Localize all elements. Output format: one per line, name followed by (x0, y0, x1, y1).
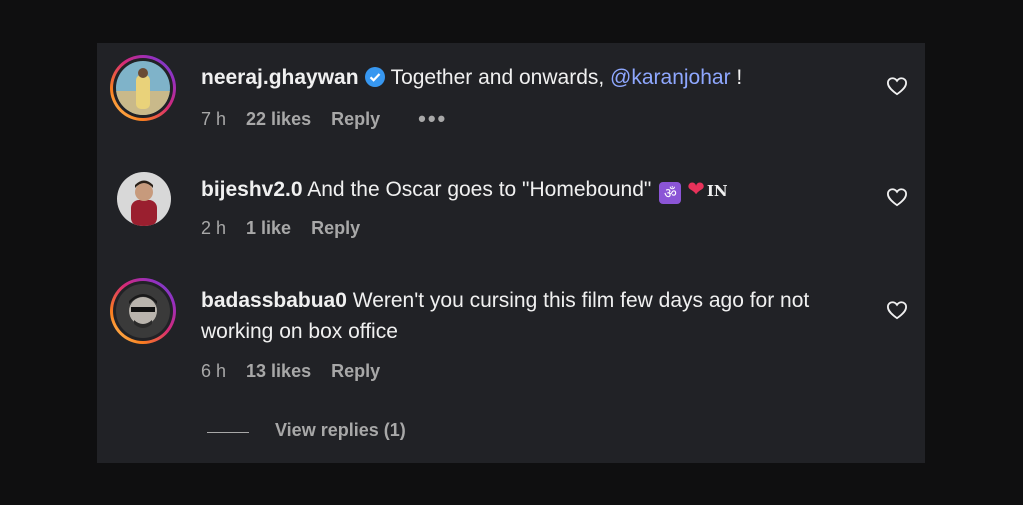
likes-count[interactable]: 22 likes (246, 109, 311, 130)
replies-divider-line (207, 432, 249, 433)
comment-meta: 6 h 13 likes Reply (201, 361, 400, 382)
avatar-story-ring[interactable] (110, 278, 176, 344)
mention-link[interactable]: @karanjohar (610, 66, 731, 89)
reply-button[interactable]: Reply (311, 218, 360, 239)
like-heart-icon[interactable] (886, 187, 908, 207)
flag-in-emoji: IN (706, 182, 728, 200)
om-emoji: ॐ (659, 182, 682, 204)
comments-panel: neeraj.ghaywan Together and onwards, @kar… (97, 43, 925, 463)
username[interactable]: bijeshv2.0 (201, 178, 303, 201)
comment-body: And the Oscar goes to "Homebound" (307, 178, 652, 201)
comment-text: bijeshv2.0 And the Oscar goes to "Homebo… (201, 174, 841, 207)
comment-text: neeraj.ghaywan Together and onwards, @kar… (201, 62, 841, 96)
likes-count[interactable]: 1 like (246, 218, 291, 239)
like-heart-icon[interactable] (886, 300, 908, 320)
comment-text: badassbabua0 Weren't you cursing this fi… (201, 285, 841, 347)
view-replies-button[interactable]: View replies (1) (275, 420, 406, 441)
timestamp: 2 h (201, 218, 227, 238)
username[interactable]: badassbabua0 (201, 289, 347, 312)
reply-button[interactable]: Reply (331, 109, 380, 130)
comment-meta: 7 h 22 likes Reply ••• (201, 106, 467, 132)
likes-count[interactable]: 13 likes (246, 361, 311, 382)
avatar (116, 284, 170, 338)
comment-body-end: ! (730, 66, 743, 89)
avatar-story-ring[interactable] (110, 55, 176, 121)
more-options-icon[interactable]: ••• (418, 106, 447, 132)
reply-button[interactable]: Reply (331, 361, 380, 382)
username[interactable]: neeraj.ghaywan (201, 66, 359, 89)
comment-body: Together and onwards, (390, 66, 611, 89)
timestamp: 7 h (201, 108, 227, 129)
like-heart-icon[interactable] (886, 76, 908, 96)
heart-emoji: ❤ (687, 178, 705, 201)
comment-meta: 2 h 1 like Reply (201, 218, 380, 239)
timestamp: 6 h (201, 361, 227, 381)
avatar[interactable] (117, 172, 171, 226)
verified-badge-icon (364, 65, 385, 96)
avatar (116, 61, 170, 115)
